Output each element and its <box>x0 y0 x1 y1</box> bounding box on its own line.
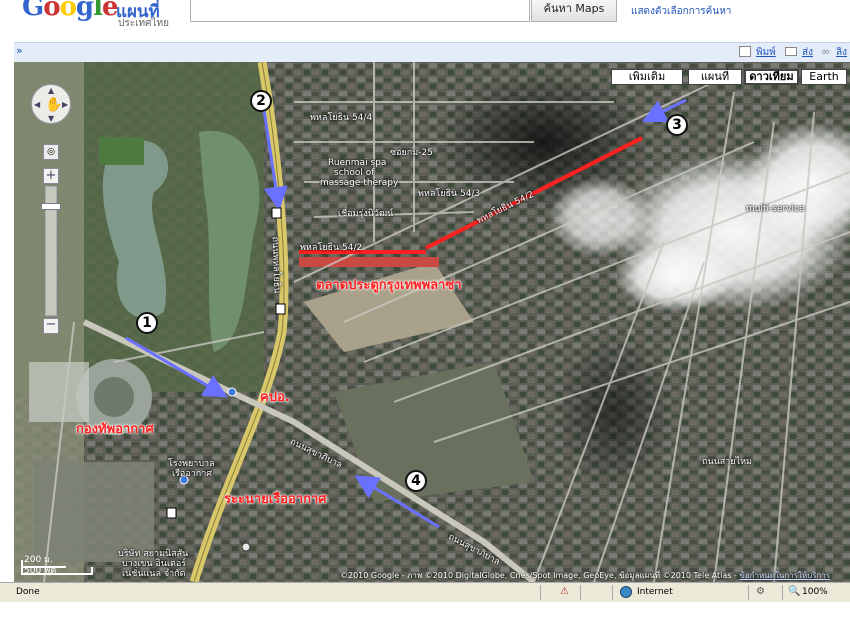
zoom-in-button[interactable]: + <box>43 168 59 184</box>
search-input[interactable] <box>190 0 530 22</box>
status-divider <box>612 585 613 600</box>
poi-label: massage therapy <box>320 178 399 188</box>
copyright-text: ©2010 Google - ภาพ ©2010 DigitalGlobe, C… <box>340 571 740 580</box>
terms-link[interactable]: ข้อกำหนดในการให้บริการ <box>739 571 830 580</box>
street-label: เชื่อมรุ่งนิวัฒน์ <box>338 209 394 219</box>
canal-annotation: ระะนายเรืออากาศ <box>224 492 327 507</box>
satellite-map[interactable]: เพิ่มเติม แผนที่ ดาวเทียม Earth ▲ ▼ ◀ ▶ … <box>14 62 850 582</box>
poi-label: Ruenmai spa <box>328 158 387 168</box>
globe-icon <box>620 586 632 598</box>
search-maps-button[interactable]: ค้นหา Maps <box>531 0 617 22</box>
map-type-earth-button[interactable]: Earth <box>801 69 847 85</box>
status-text: Done <box>16 587 40 597</box>
country-label: ประเทศไทย <box>118 18 169 29</box>
poi-label: multi-service <box>746 204 805 214</box>
status-zone: Internet <box>637 587 673 597</box>
status-divider <box>580 585 581 600</box>
street-label: พหลโยธิน 54/4 <box>310 113 373 123</box>
marker-4: 4 <box>405 470 427 492</box>
map-toolbar: » พิมพ์ ส่ง ∞ ลิง <box>14 42 850 62</box>
zoom-slider-thumb[interactable] <box>41 203 61 210</box>
printer-icon[interactable] <box>739 46 751 57</box>
send-link[interactable]: ส่ง <box>802 45 813 60</box>
map-type-more-button[interactable]: เพิ่มเติม <box>611 69 683 85</box>
protected-mode-icon[interactable]: ⚙ <box>756 586 765 597</box>
collapse-panel-toggle[interactable]: » <box>16 44 23 57</box>
poi-label: เนชั่นแนล จำกัด <box>122 569 186 579</box>
status-zoom[interactable]: 100% <box>802 587 828 597</box>
pan-up-icon[interactable]: ▲ <box>48 86 54 95</box>
street-label: ถนนพหลโยธิน <box>269 236 282 294</box>
copyright-notice: ©2010 Google - ภาพ ©2010 DigitalGlobe, C… <box>340 569 830 582</box>
market-annotation: ตลาดประตูกรุงเทพพลาซ่า <box>316 278 462 293</box>
pan-right-icon[interactable]: ▶ <box>62 100 68 109</box>
marker-3: 3 <box>666 114 688 136</box>
poi-label: school of <box>334 168 375 178</box>
search-options-link[interactable]: แสดงตัวเลือกการค้นหา <box>631 4 731 19</box>
zoom-icon[interactable]: 🔍 <box>788 586 800 597</box>
status-divider <box>748 585 749 600</box>
map-type-map-button[interactable]: แผนที่ <box>688 69 742 85</box>
browser-status-bar: Done ⚠ Internet ⚙ 🔍 100% <box>0 582 850 602</box>
google-logo[interactable]: Google <box>22 0 119 22</box>
hand-icon[interactable]: ✋ <box>45 97 62 113</box>
marker-2: 2 <box>250 90 272 112</box>
print-link[interactable]: พิมพ์ <box>756 45 776 60</box>
scale-imperial: 500 ฟุต <box>24 566 57 576</box>
street-label: พหลโยธิน 54/3 <box>418 189 481 199</box>
map-type-satellite-button[interactable]: ดาวเทียม <box>744 69 799 85</box>
scale-bar: 200 ม. 500 ฟุต <box>20 552 100 576</box>
security-icon[interactable]: ⚠ <box>560 586 569 597</box>
header: Google แผนที่ ประเทศไทย ค้นหา Maps แสดงต… <box>0 0 850 40</box>
envelope-icon[interactable] <box>785 47 797 56</box>
pan-left-icon[interactable]: ◀ <box>34 100 40 109</box>
street-label: ถนนสายไหม <box>702 457 752 467</box>
pan-down-icon[interactable]: ▼ <box>48 114 54 123</box>
logo-letter: g <box>75 0 94 22</box>
zoom-home-icon[interactable]: ◎ <box>43 144 59 160</box>
airforce-annotation: กองทัพอากาศ <box>76 422 154 437</box>
chain-link-icon[interactable]: ∞ <box>821 45 830 58</box>
logo-letter: l <box>93 0 103 22</box>
marker-1: 1 <box>136 312 158 334</box>
poi-label: เรืออากาศ <box>172 469 212 479</box>
pan-control[interactable]: ▲ ▼ ◀ ▶ ✋ <box>31 84 71 124</box>
street-label: ซอยกม-25 <box>390 148 433 158</box>
status-divider <box>782 585 783 600</box>
link-link[interactable]: ลิง <box>836 45 847 60</box>
logo-letter: o <box>59 0 77 22</box>
logo-letter: o <box>43 0 60 22</box>
street-label: พหลโยธิน 54/2 <box>300 243 363 253</box>
status-divider <box>540 585 541 600</box>
zoom-out-button[interactable]: − <box>43 318 59 334</box>
logo-letter: G <box>22 0 44 22</box>
police-annotation: คปอ. <box>260 390 290 405</box>
